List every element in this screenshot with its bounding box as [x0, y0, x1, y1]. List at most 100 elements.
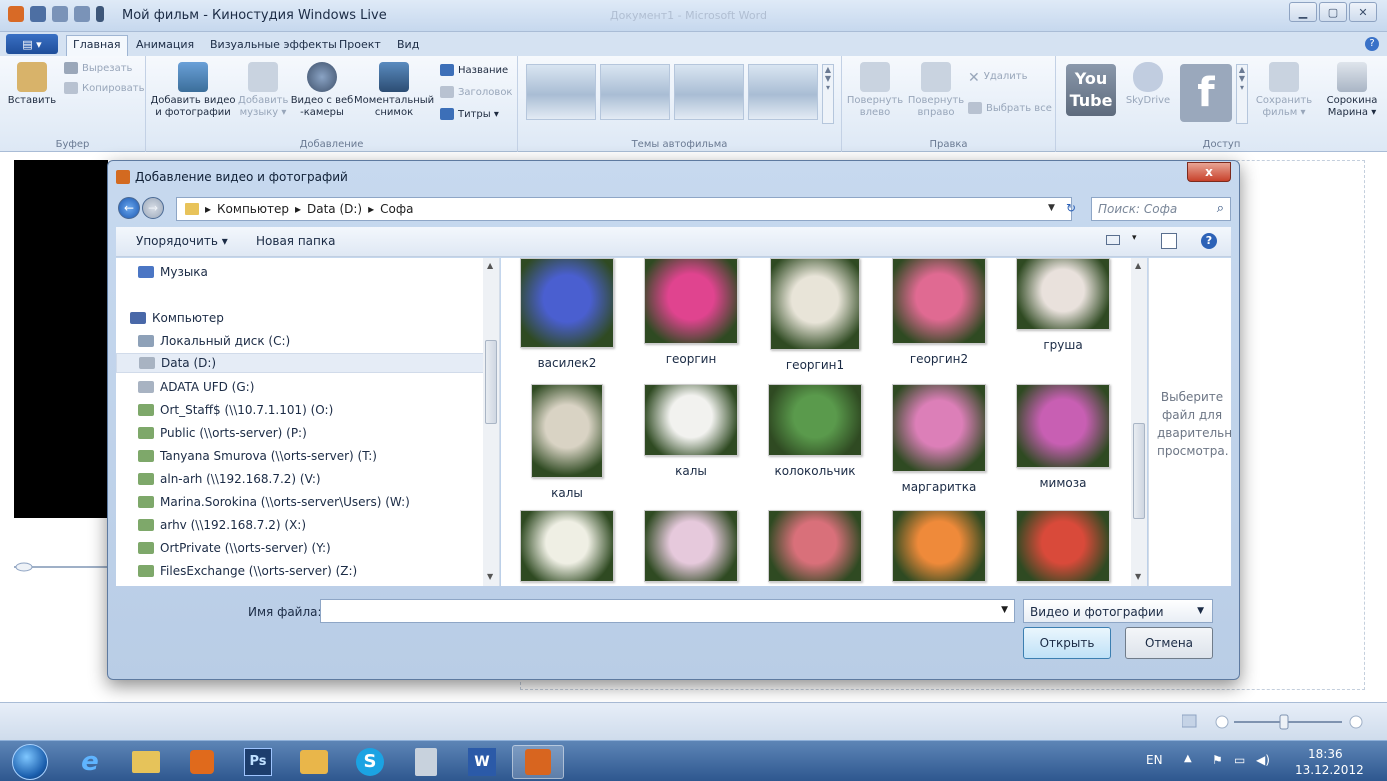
- movie-maker-icon[interactable]: [512, 745, 564, 779]
- cancel-button[interactable]: Отмена: [1125, 627, 1213, 659]
- nav-item-network-z[interactable]: FilesExchange (\\orts-server) (Z:): [138, 561, 357, 581]
- file-tile[interactable]: колокольчик: [755, 384, 875, 478]
- back-arrow-icon[interactable]: ←: [118, 197, 140, 219]
- gallery-scroll[interactable]: ▲ ▼ ▾: [822, 64, 834, 124]
- nav-item-data-d[interactable]: Data (D:): [116, 353, 484, 373]
- scroll-up-icon[interactable]: ▲: [1135, 261, 1141, 270]
- skype-icon[interactable]: S: [344, 745, 396, 779]
- save-movie-button[interactable]: Сохранить фильм ▾: [1252, 62, 1316, 119]
- nav-item-network-v[interactable]: aln-arh (\\192.168.7.2) (V:): [138, 469, 321, 489]
- customize-qat-icon[interactable]: [96, 6, 104, 22]
- photoshop-icon[interactable]: Ps: [232, 745, 284, 779]
- word-icon[interactable]: W: [456, 745, 508, 779]
- search-input[interactable]: Поиск: Софа ⌕: [1091, 197, 1231, 221]
- clock-date[interactable]: 13.12.2012: [1295, 763, 1364, 777]
- file-tile[interactable]: груша: [1003, 258, 1123, 352]
- nav-item-network-w[interactable]: Marina.Sorokina (\\orts-server\Users) (W…: [138, 492, 410, 512]
- select-all-button[interactable]: Выбрать все: [968, 102, 1052, 114]
- rotate-right-button[interactable]: Повернуть вправо: [906, 62, 966, 119]
- explorer-icon[interactable]: [120, 745, 172, 779]
- refresh-icon[interactable]: ↻: [1066, 201, 1076, 215]
- scroll-down-icon[interactable]: ▼: [487, 572, 493, 581]
- snapshot-button[interactable]: Моментальный снимок: [354, 62, 434, 119]
- outlook-icon[interactable]: [288, 745, 340, 779]
- webcam-button[interactable]: Видео с веб -камеры: [290, 62, 354, 119]
- internet-explorer-icon[interactable]: e: [64, 745, 116, 779]
- file-tile[interactable]: калы: [507, 384, 627, 500]
- file-tile[interactable]: [507, 510, 627, 586]
- file-scrollbar[interactable]: ▲ ▼: [1131, 258, 1147, 586]
- youtube-button[interactable]: You Tube: [1066, 64, 1116, 116]
- rotate-left-button[interactable]: Повернуть влево: [846, 62, 904, 119]
- clock-time[interactable]: 18:36: [1308, 747, 1343, 761]
- tab-view[interactable]: Вид: [391, 36, 425, 53]
- filename-dropdown-icon[interactable]: ▼: [1001, 605, 1008, 615]
- nav-item-adata-g[interactable]: ADATA UFD (G:): [138, 377, 254, 397]
- scroll-up-icon[interactable]: ▲: [487, 261, 493, 270]
- filename-input[interactable]: ▼: [320, 599, 1015, 623]
- dialog-close-button[interactable]: x: [1187, 162, 1231, 182]
- close-window-button[interactable]: ✕: [1349, 2, 1377, 22]
- tab-animation[interactable]: Анимация: [130, 36, 200, 53]
- add-video-photo-button[interactable]: Добавить видео и фотографии: [150, 62, 236, 119]
- share-gallery-scroll[interactable]: ▲ ▼ ▾: [1236, 64, 1248, 124]
- calculator-icon[interactable]: [400, 745, 452, 779]
- user-account-button[interactable]: Сорокина Марина ▾: [1322, 62, 1382, 119]
- save-icon[interactable]: [30, 6, 46, 22]
- breadcrumb-item-data[interactable]: Data (D:): [307, 202, 362, 216]
- filetype-dropdown-icon[interactable]: ▼: [1197, 606, 1204, 616]
- zoom-slider[interactable]: [1182, 713, 1372, 731]
- start-button[interactable]: [12, 744, 48, 780]
- organize-button[interactable]: Упорядочить ▾: [136, 234, 228, 248]
- copy-button[interactable]: Копировать: [64, 82, 144, 94]
- nav-scrollbar[interactable]: ▲ ▼: [483, 258, 499, 586]
- scroll-down-icon[interactable]: ▼: [1135, 572, 1141, 581]
- show-hidden-icons-icon[interactable]: ▲: [1184, 753, 1192, 764]
- theme-thumbnail[interactable]: [526, 64, 596, 120]
- file-tile[interactable]: василек2: [507, 258, 627, 370]
- nav-item-network-x[interactable]: arhv (\\192.168.7.2) (X:): [138, 515, 306, 535]
- file-tile[interactable]: георгин2: [879, 258, 999, 366]
- breadcrumb-item-sofa[interactable]: Софа: [380, 202, 413, 216]
- delete-button[interactable]: ✕ Удалить: [968, 70, 1027, 86]
- skydrive-button[interactable]: SkyDrive: [1120, 62, 1176, 107]
- redo-icon[interactable]: [74, 6, 90, 22]
- add-music-button[interactable]: Добавить музыку ▾: [238, 62, 288, 119]
- scroll-thumb[interactable]: [1133, 423, 1145, 519]
- theme-thumbnail[interactable]: [674, 64, 744, 120]
- breadcrumb-item-computer[interactable]: Компьютер: [217, 202, 289, 216]
- file-tile[interactable]: калы: [631, 384, 751, 478]
- app-menu-button[interactable]: ▤ ▾: [6, 34, 58, 54]
- view-mode-icon[interactable]: [1106, 235, 1120, 245]
- preview-pane-icon[interactable]: [1161, 233, 1177, 249]
- credits-button[interactable]: Титры ▾: [440, 108, 499, 120]
- new-folder-button[interactable]: Новая папка: [256, 234, 335, 248]
- nav-item-network-o[interactable]: Ort_Staff$ (\\10.7.1.101) (O:): [138, 400, 333, 420]
- nav-item-network-y[interactable]: OrtPrivate (\\orts-server) (Y:): [138, 538, 331, 558]
- file-tile[interactable]: [1003, 510, 1123, 586]
- file-tile[interactable]: георгин: [631, 258, 751, 366]
- file-tile[interactable]: маргаритка: [879, 384, 999, 494]
- nav-item-local-disk-c[interactable]: Локальный диск (C:): [138, 331, 290, 351]
- maximize-button[interactable]: ▢: [1319, 2, 1347, 22]
- seek-slider[interactable]: [14, 562, 108, 572]
- facebook-button[interactable]: f: [1180, 64, 1232, 122]
- undo-icon[interactable]: [52, 6, 68, 22]
- file-tile[interactable]: [755, 510, 875, 586]
- file-tile[interactable]: [879, 510, 999, 586]
- dialog-help-icon[interactable]: ?: [1201, 233, 1217, 249]
- paste-button[interactable]: Вставить: [6, 62, 58, 107]
- nav-item-network-p[interactable]: Public (\\orts-server) (P:): [138, 423, 307, 443]
- tab-home[interactable]: Главная: [66, 35, 128, 56]
- minimize-button[interactable]: ▁: [1289, 2, 1317, 22]
- nav-item-computer[interactable]: Компьютер: [130, 308, 224, 328]
- address-dropdown-icon[interactable]: ▼: [1048, 203, 1055, 213]
- search-icon[interactable]: ⌕: [1217, 201, 1224, 216]
- app-icon[interactable]: [8, 6, 24, 22]
- media-player-icon[interactable]: [176, 745, 228, 779]
- tab-visual-effects[interactable]: Визуальные эффекты: [204, 36, 343, 53]
- network-icon[interactable]: ▭: [1234, 753, 1245, 767]
- file-tile[interactable]: мимоза: [1003, 384, 1123, 490]
- open-button[interactable]: Открыть: [1023, 627, 1111, 659]
- theme-thumbnail[interactable]: [600, 64, 670, 120]
